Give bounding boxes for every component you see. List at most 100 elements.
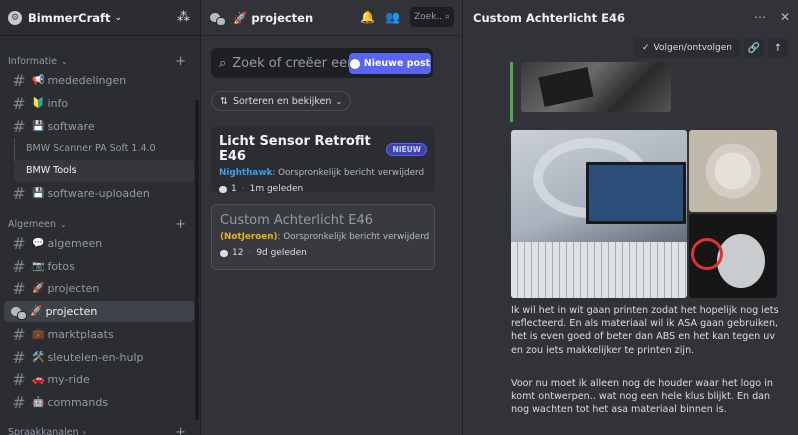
more-options-icon[interactable]: ⋯ (754, 10, 766, 24)
post-time: 1m geleden (249, 184, 304, 194)
post-title: Custom Achterlicht E46 (220, 213, 374, 228)
post-author[interactable]: Nighthawk (219, 168, 272, 178)
close-icon[interactable]: ✕ (780, 10, 790, 24)
post-meta: 12 · 9d geleden (220, 248, 426, 258)
channel-label: projecten (47, 282, 100, 295)
chevron-right-icon: › (82, 427, 86, 435)
post-title-row: Licht Sensor Retrofit E46 NIEUW (219, 134, 427, 164)
post-title: Licht Sensor Retrofit E46 (219, 134, 371, 164)
category-spraakkanalen[interactable]: Spraakkanalen › + (0, 422, 196, 435)
channel-emoji: 📢 (32, 75, 45, 86)
arrow-up-icon: ↑ (773, 42, 783, 54)
chevron-down-icon: ⌄ (59, 219, 67, 229)
add-member-icon[interactable]: ⁂ (177, 10, 190, 25)
channel-software-uploaden[interactable]: # 💾 software-uploaden (4, 183, 194, 204)
forum-header-actions: 🔔 👥 Zoek.. ⌕ (360, 7, 454, 27)
hash-icon: # (12, 117, 26, 136)
attachment-image-printer[interactable] (511, 130, 687, 298)
channel-emoji: 🚀 (32, 283, 45, 294)
hash-icon: # (12, 184, 26, 203)
category-informatie[interactable]: Informatie ⌄ + (0, 51, 196, 71)
follow-label: Volgen/ontvolgen (653, 43, 732, 53)
channel-my-ride[interactable]: # 🚗 my-ride (4, 369, 194, 390)
category-algemeen[interactable]: Algemeen ⌄ + (0, 214, 196, 234)
hash-icon: # (12, 94, 26, 113)
server-name: BimmerCraft (28, 10, 111, 25)
chevron-down-icon: ⌄ (61, 56, 68, 66)
hash-icon: # (12, 279, 26, 298)
channel-projecten-forum[interactable]: 🚀 projecten (4, 301, 194, 322)
post-preview: Oorspronkelijk bericht verwijderd (278, 168, 425, 178)
post-meta: 1 · 1m geleden (219, 184, 427, 194)
channel-marktplaats[interactable]: # 💼 marktplaats (4, 324, 194, 345)
attachment-image-light-test[interactable] (689, 214, 777, 298)
thread-label: BMW Scanner PA Soft 1.4.0 (26, 143, 156, 154)
channel-info[interactable]: # 🔰 info (4, 93, 194, 114)
channel-algemeen[interactable]: # 💬 algemeen (4, 233, 194, 254)
channel-label: my-ride (47, 373, 90, 386)
attachment-image-gear-print[interactable] (689, 130, 777, 212)
thread-toolbar: ✓ Volgen/ontvolgen 🔗 ↑ (633, 38, 788, 58)
thread-header: Custom Achterlicht E46 (463, 0, 798, 36)
check-icon: ✓ (641, 43, 650, 53)
channel-label: fotos (47, 260, 75, 273)
add-channel-icon[interactable]: + (175, 217, 186, 232)
channel-label: software-uploaden (47, 187, 150, 200)
link-icon: 🔗 (747, 42, 761, 54)
hash-icon: # (12, 325, 26, 344)
members-icon[interactable]: 👥 (385, 10, 400, 24)
attachment-image-parts[interactable] (521, 62, 671, 112)
search-icon: ⌕ (219, 55, 227, 71)
post-author-row: Nighthawk: Oorspronkelijk bericht verwij… (219, 168, 425, 178)
forum-title: 🚀 projecten (233, 10, 314, 25)
thread-header-actions: ⋯ ✕ (754, 10, 790, 24)
search-placeholder: Zoek of creëer een p (232, 55, 352, 71)
server-logo-icon: ⚙ (8, 10, 22, 25)
channel-emoji: 💾 (32, 121, 45, 132)
channel-fotos[interactable]: # 📷 fotos (4, 256, 194, 277)
chevron-down-icon: ⌄ (114, 12, 123, 23)
reply-count: 12 (232, 248, 244, 258)
channel-mededelingen[interactable]: # 📢 mededelingen (4, 70, 194, 91)
hash-icon: # (12, 370, 26, 389)
channel-projecten-text[interactable]: # 🚀 projecten (4, 278, 194, 299)
jump-top-button[interactable]: ↑ (768, 38, 788, 58)
bell-icon[interactable]: 🔔 (360, 10, 375, 24)
copy-link-button[interactable]: 🔗 (744, 38, 764, 58)
forum-post-card[interactable]: Licht Sensor Retrofit E46 NIEUW Nighthaw… (211, 126, 435, 194)
post-author[interactable]: (NotJeroen) (220, 232, 278, 242)
header-search[interactable]: Zoek.. ⌕ (410, 7, 454, 27)
channel-emoji: 💼 (32, 329, 45, 340)
sidebar-scrollbar[interactable] (195, 100, 199, 420)
hash-icon: # (12, 234, 26, 253)
channel-emoji: 🤖 (32, 397, 45, 408)
channel-software[interactable]: # 💾 software (4, 116, 194, 137)
thread-bmw-scanner[interactable]: BMW Scanner PA Soft 1.4.0 (14, 138, 194, 159)
add-channel-icon[interactable]: + (175, 54, 186, 69)
header-search-text: Zoek.. (414, 12, 443, 22)
add-channel-icon[interactable]: + (175, 425, 186, 435)
follow-button[interactable]: ✓ Volgen/ontvolgen (633, 38, 740, 58)
replies-icon (219, 185, 227, 193)
forum-icon (209, 11, 226, 26)
thread-bmw-tools[interactable]: BMW Tools (14, 160, 194, 181)
category-label: Algemeen (8, 218, 56, 230)
channel-emoji: 🚀 (30, 306, 43, 317)
channel-emoji: 💾 (32, 188, 45, 199)
forum-post-card-selected[interactable]: Custom Achterlicht E46 (NotJeroen): Oors… (211, 204, 435, 270)
category-label: Spraakkanalen (8, 426, 79, 435)
channel-emoji: 📷 (32, 261, 45, 272)
channel-commands[interactable]: # 🤖 commands (4, 392, 194, 413)
channel-label: software (47, 120, 95, 133)
channel-label: sleutelen-en-hulp (47, 351, 144, 364)
channel-emoji: 💬 (32, 238, 45, 249)
sort-icon: ⇅ (220, 95, 228, 107)
sort-view-button[interactable]: ⇅ Sorteren en bekijken ⌄ (211, 91, 352, 111)
channel-sleutelen-en-hulp[interactable]: # 🛠️ sleutelen-en-hulp (4, 347, 194, 368)
new-post-label: Nieuwe post (363, 58, 431, 69)
server-header[interactable]: ⚙ BimmerCraft ⌄ (0, 0, 200, 36)
sort-label: Sorteren en bekijken (232, 95, 332, 107)
channel-label: info (47, 97, 69, 110)
channel-emoji: 🚗 (32, 374, 45, 385)
new-post-button[interactable]: Nieuwe post (349, 53, 431, 74)
